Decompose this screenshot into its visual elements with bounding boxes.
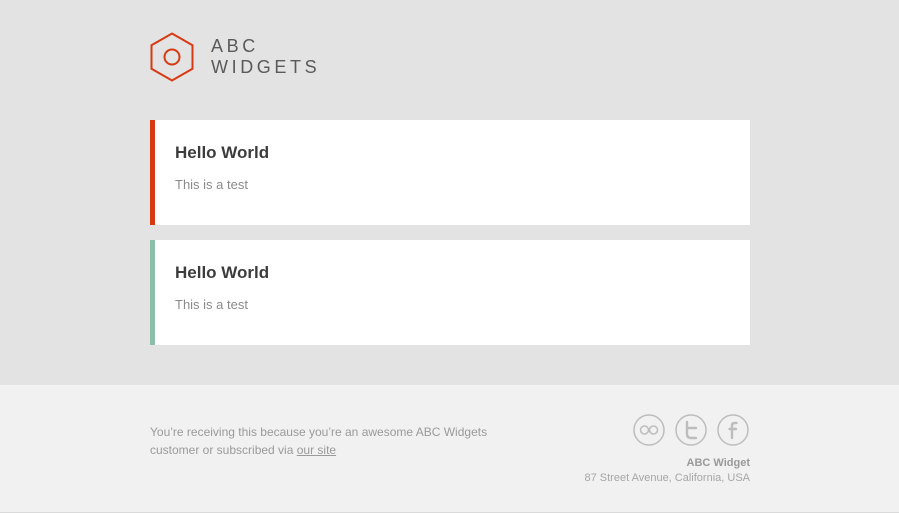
message-card-1: Hello World This is a test <box>150 120 750 225</box>
footer-message: You’re receiving this because you’re an … <box>150 423 520 459</box>
brand-name-line2: WIDGETS <box>211 57 321 77</box>
flickr-icon[interactable] <box>633 414 665 446</box>
footer: You’re receiving this because you’re an … <box>0 385 899 513</box>
brand-logo[interactable]: ABC WIDGETS <box>150 32 320 82</box>
card-body: This is a test <box>175 297 248 312</box>
brand-name-line1: ABC <box>211 36 259 56</box>
company-name: ABC Widget <box>686 457 750 469</box>
card-body: This is a test <box>175 177 248 192</box>
company-address: 87 Street Avenue, California, USA <box>584 472 750 484</box>
card-title: Hello World <box>175 143 270 162</box>
our-site-link[interactable]: our site <box>297 443 336 457</box>
facebook-icon[interactable] <box>717 414 749 446</box>
message-card-2: Hello World This is a test <box>150 240 750 345</box>
twitter-icon[interactable] <box>675 414 707 446</box>
hexagon-logo-icon <box>150 32 194 82</box>
card-title: Hello World <box>175 263 270 282</box>
brand-name: ABC WIDGETS <box>211 36 320 78</box>
social-links <box>633 414 749 446</box>
